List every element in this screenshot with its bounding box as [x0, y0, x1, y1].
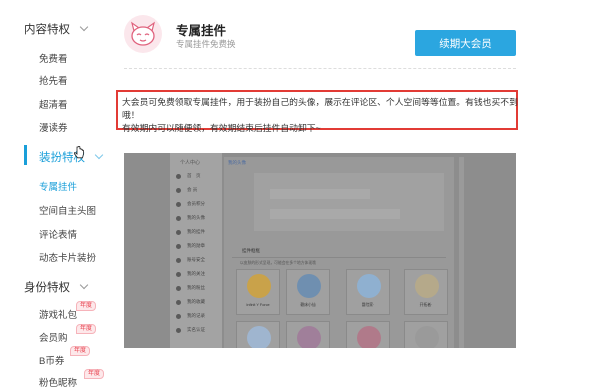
- sidebar-item-bcoin-coupon[interactable]: B币券: [39, 353, 64, 367]
- preview-pendant-card: 赖床小仙: [286, 269, 330, 315]
- page-title: 专属挂件: [176, 24, 227, 38]
- preview-sidebar-item: 首 页: [176, 173, 201, 179]
- preview-sidebar-item: 会 员: [176, 187, 197, 193]
- preview-content: 我的头像 挂件框框 以皮肤的形式呈现，可能会在多个地方体现哦 Infinit Y…: [224, 157, 454, 348]
- preview-pendant-card: [286, 321, 330, 348]
- preview-sidebar-item: 账号安全: [176, 257, 205, 263]
- chevron-down-icon: [80, 283, 88, 291]
- preview-sidebar: 个人中心 首 页 会 员 会员积分 我的头像 我的挂件 我的勋章 账号安全 我的…: [170, 153, 222, 348]
- preview-sidebar-title: 个人中心: [180, 160, 201, 166]
- sidebar-item-game-gift[interactable]: 游戏礼包: [39, 307, 77, 321]
- preview-sidebar-item: 我的头像: [176, 215, 205, 221]
- sidebar-item-pendant[interactable]: 专属挂件: [39, 179, 77, 193]
- section-label: 身份特权: [24, 282, 70, 294]
- sidebar: 内容特权 免费看 抢先看 超清看 漫读券 装扮特权 专属挂件 空间自主头图 评论…: [0, 0, 108, 388]
- sidebar-item-free-watch[interactable]: 免费看: [39, 51, 68, 65]
- annual-badge: 年度: [76, 301, 97, 311]
- description-text: 有效期内可以随便领，有效期结束后挂件自动卸下~: [122, 123, 321, 133]
- sidebar-item-comment-emoji[interactable]: 评论表情: [39, 227, 77, 241]
- preview-sidebar-item: 我的粉丝: [176, 285, 205, 291]
- preview-pendant-card: Infinit Y Force: [236, 269, 280, 315]
- preview-pendant-card: 开拓者·: [404, 269, 448, 315]
- sidebar-item-hd-watch[interactable]: 超清看: [39, 97, 68, 111]
- preview-sidebar-item: 实名认证: [176, 327, 205, 333]
- preview-tab: 我的头像: [228, 160, 246, 165]
- preview-pendant-card: [346, 321, 390, 348]
- preview-sidebar-item: 会员积分: [176, 201, 205, 207]
- preview-screenshot: 个人中心 首 页 会 员 会员积分 我的头像 我的挂件 我的勋章 账号安全 我的…: [124, 153, 516, 348]
- section-identity-privilege[interactable]: 身份特权: [24, 279, 88, 295]
- page-subtitle: 专属挂件免费换: [176, 39, 236, 49]
- annual-badge: 年度: [84, 369, 105, 379]
- preview-scrollbar: [459, 157, 464, 348]
- annual-badge: 年度: [70, 346, 91, 356]
- preview-sidebar-item: 我的收藏: [176, 299, 205, 305]
- hand-cursor-icon: [74, 146, 84, 159]
- pink-mascot-icon: [124, 15, 162, 53]
- highlighted-text-line: 哦！: [122, 110, 140, 120]
- preview-pendant-heading: 挂件框框: [242, 248, 260, 253]
- sidebar-item-space-header[interactable]: 空间自主头图: [39, 203, 96, 217]
- preview-pendant-card: [236, 321, 280, 348]
- active-indicator: [24, 145, 27, 165]
- preview-pendant-card: 冒险家·: [346, 269, 390, 315]
- sidebar-item-dynamic-card[interactable]: 动态卡片装扮: [39, 250, 96, 264]
- preview-sidebar-item: 我的记录: [176, 313, 205, 319]
- divider: [124, 68, 516, 69]
- preview-sidebar-item: 我的挂件: [176, 229, 205, 235]
- section-decoration-privilege[interactable]: 装扮特权: [39, 149, 103, 165]
- chevron-down-icon: [95, 153, 103, 161]
- sidebar-item-early-watch[interactable]: 抢先看: [39, 73, 68, 87]
- preview-upload-area: [254, 173, 444, 231]
- sidebar-item-manga-coupon[interactable]: 漫读券: [39, 120, 68, 134]
- preview-sidebar-item: 我的关注: [176, 271, 205, 277]
- preview-pendant-card: [404, 321, 448, 348]
- sidebar-item-pink-nickname[interactable]: 粉色昵称: [39, 375, 77, 388]
- chevron-down-icon: [80, 25, 88, 33]
- highlighted-text-line: 大会员可免费领取专属挂件，用于装扮自己的头像，展示在评论区、个人空间等等位置。有…: [122, 97, 518, 107]
- section-content-privilege[interactable]: 内容特权: [24, 21, 88, 37]
- preview-pendant-sub: 以皮肤的形式呈现，可能会在多个地方体现哦: [240, 261, 316, 265]
- renew-membership-button[interactable]: 续期大会员: [415, 30, 516, 56]
- section-label: 内容特权: [24, 24, 70, 36]
- preview-sidebar-item: 我的勋章: [176, 243, 205, 249]
- annual-badge: 年度: [76, 324, 97, 334]
- sidebar-item-member-shop[interactable]: 会员购: [39, 330, 68, 344]
